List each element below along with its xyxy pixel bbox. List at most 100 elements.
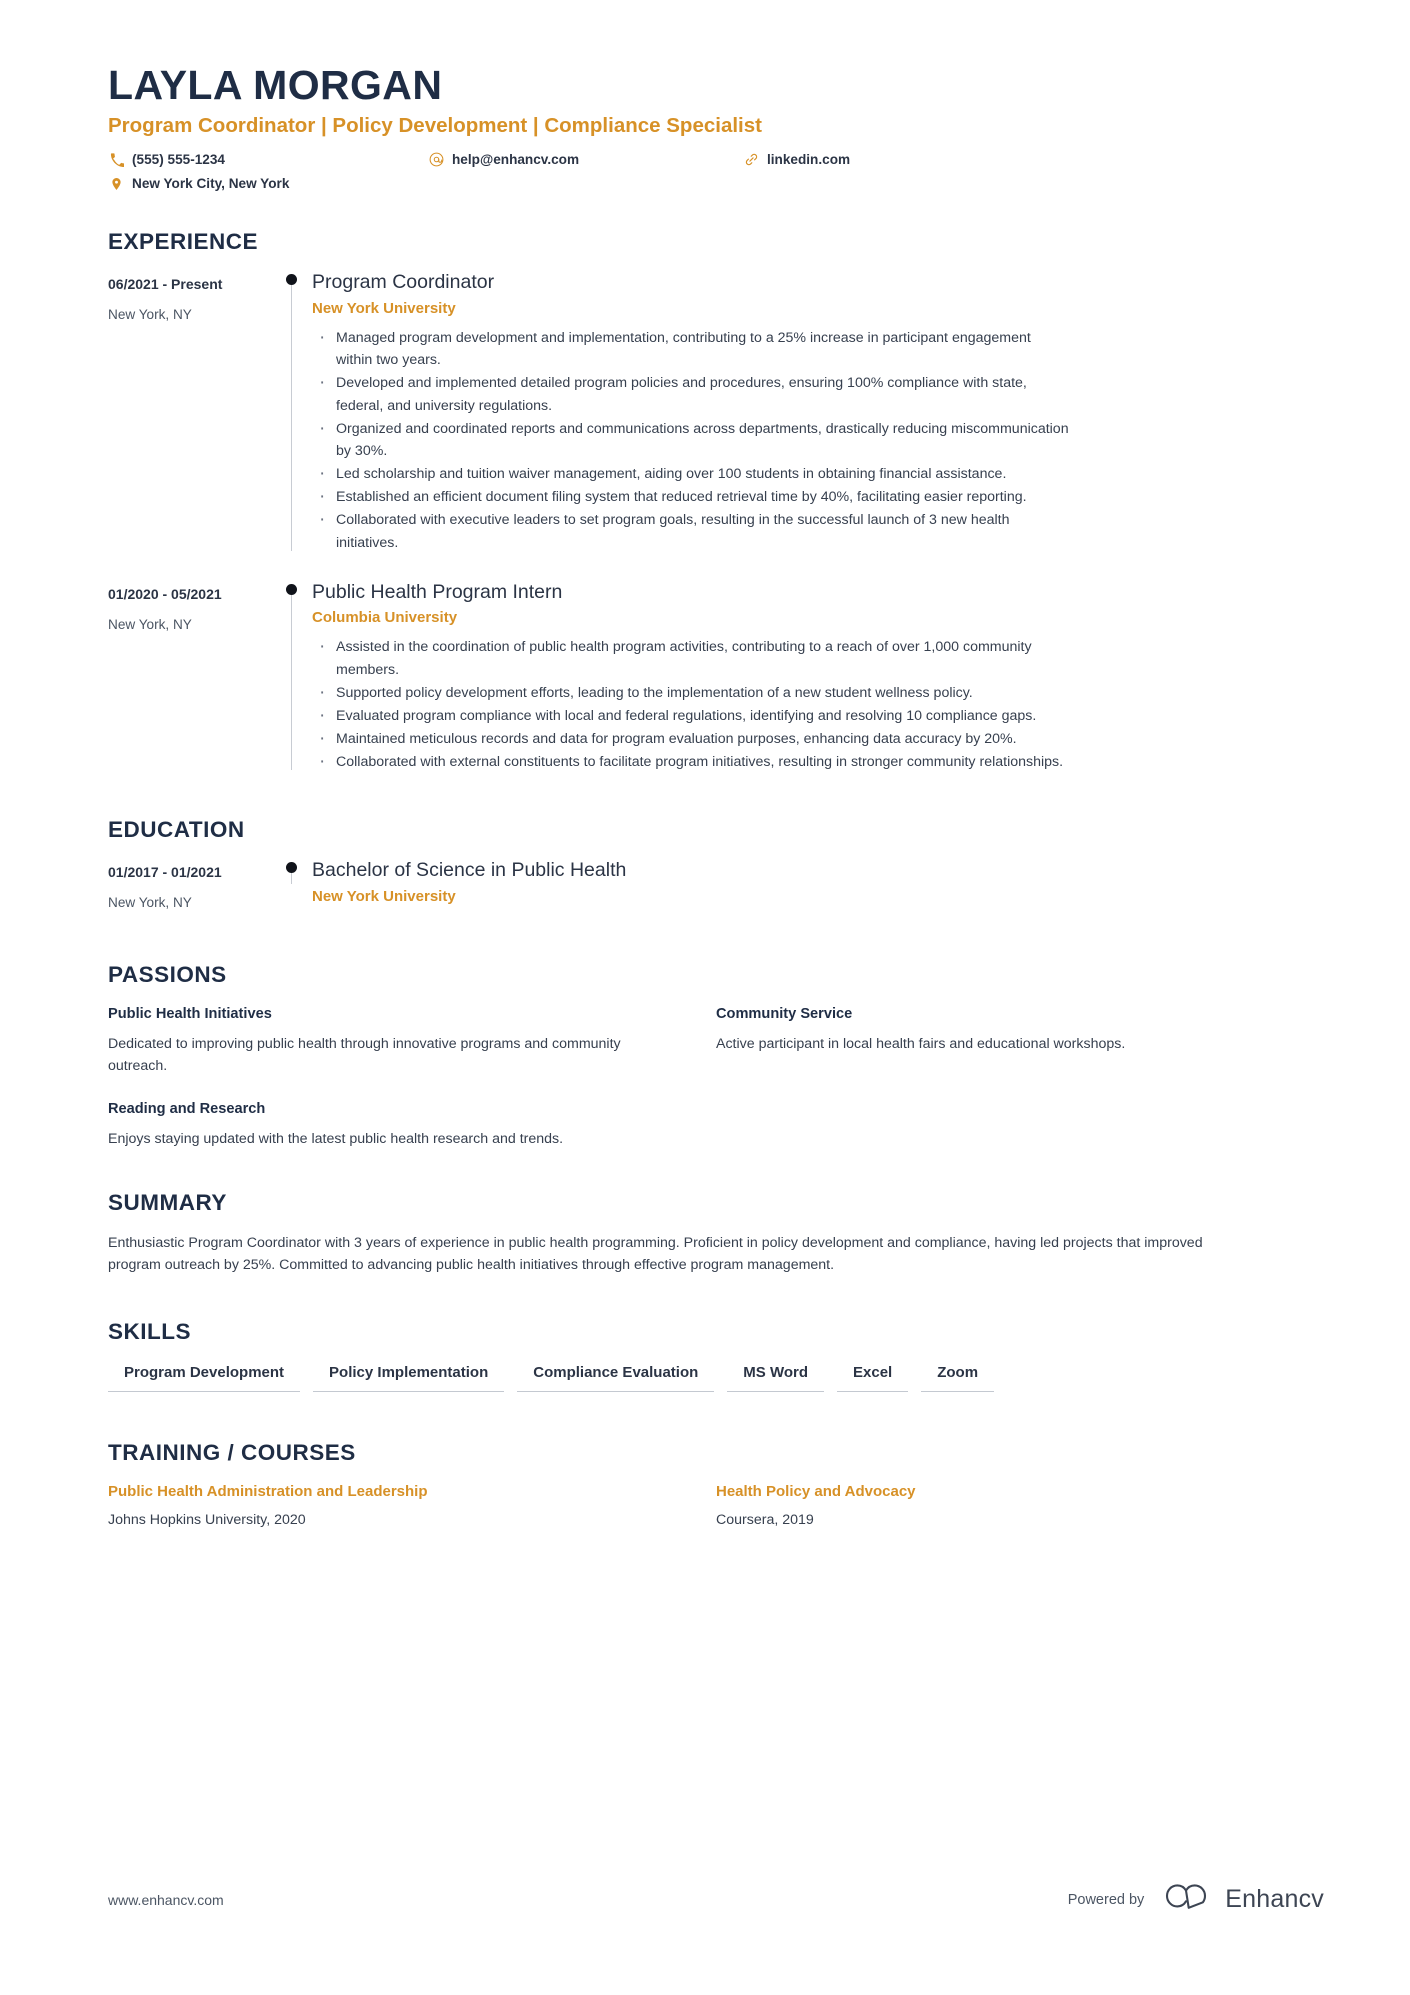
skill-tag[interactable]: MS Word	[727, 1363, 825, 1393]
skill-tag[interactable]: Zoom	[921, 1363, 995, 1393]
contact-email[interactable]: help@enhancv.com	[428, 149, 743, 170]
skills-list: Program Development Policy Implementatio…	[108, 1363, 1324, 1403]
passions-section: PASSIONS Public Health Initiatives Dedic…	[108, 962, 1324, 1150]
training-title: TRAINING / COURSES	[108, 1440, 356, 1466]
experience-entry-meta: 06/2021 - Present New York, NY	[108, 269, 276, 554]
timeline-line	[291, 590, 292, 771]
bullet-item: Managed program development and implemen…	[312, 324, 1070, 371]
summary-text: Enthusiastic Program Coordinator with 3 …	[108, 1234, 1203, 1274]
course-item: Health Policy and Advocacy Coursera, 201…	[716, 1482, 1324, 1531]
education-entry-location: New York, NY	[108, 895, 192, 911]
candidate-name: LAYLA MORGAN	[108, 62, 443, 108]
timeline-dot	[286, 274, 297, 286]
education-entry-degree: Bachelor of Science in Public Health	[312, 859, 627, 882]
timeline-line	[291, 281, 292, 551]
passion-name: Community Service	[716, 1005, 853, 1022]
contact-location: New York City, New York	[108, 173, 428, 194]
contact-phone[interactable]: (555) 555-1234	[108, 149, 428, 170]
experience-entry-role: Program Coordinator	[312, 271, 495, 294]
course-provider: Coursera, 2019	[716, 1512, 814, 1529]
course-provider: Johns Hopkins University, 2020	[108, 1512, 306, 1529]
contact-linkedin[interactable]: linkedin.com	[743, 149, 1043, 170]
resume-page: LAYLA MORGAN Program Coordinator | Polic…	[0, 0, 1410, 1995]
contact-phone-text: (555) 555-1234	[132, 152, 225, 168]
passion-item: Reading and Research Enjoys staying upda…	[108, 1099, 716, 1150]
passion-name: Public Health Initiatives	[108, 1005, 272, 1022]
enhancv-wordmark: Enhancv	[1225, 1885, 1324, 1913]
passions-title: PASSIONS	[108, 961, 227, 987]
course-item: Public Health Administration and Leaders…	[108, 1482, 716, 1531]
experience-entry-body: Public Health Program Intern Columbia Un…	[310, 579, 1070, 777]
powered-by-label: Powered by	[1067, 1891, 1145, 1908]
contact-linkedin-text: linkedin.com	[767, 152, 851, 168]
training-section: TRAINING / COURSES Public Health Adminis…	[108, 1440, 1324, 1531]
passion-description: Enjoys staying updated with the latest p…	[108, 1130, 564, 1147]
resume-header: LAYLA MORGAN Program Coordinator | Polic…	[108, 62, 1324, 197]
passion-description: Dedicated to improving public health thr…	[108, 1035, 621, 1074]
experience-entry-location: New York, NY	[108, 616, 192, 632]
course-name: Health Policy and Advocacy	[716, 1483, 916, 1501]
skill-tag[interactable]: Excel	[837, 1363, 909, 1393]
education-entry-date: 01/2017 - 01/2021	[108, 864, 222, 881]
candidate-headline: Program Coordinator | Policy Development…	[108, 113, 762, 137]
page-footer: www.enhancv.com Powered by Enhancv	[108, 1882, 1324, 1917]
skill-tag[interactable]: Program Development	[108, 1363, 301, 1393]
summary-section: SUMMARY Enthusiastic Program Coordinator…	[108, 1190, 1324, 1277]
experience-entry-date: 01/2020 - 05/2021	[108, 585, 222, 602]
enhancv-logo-icon	[1160, 1882, 1214, 1917]
bullet-item: Evaluated program compliance with local …	[312, 702, 1070, 731]
passion-item-empty	[716, 1099, 1324, 1150]
experience-entry-location: New York, NY	[108, 307, 192, 323]
experience-entry-meta: 01/2020 - 05/2021 New York, NY	[108, 579, 276, 775]
enhancv-brand: Enhancv	[1160, 1882, 1324, 1917]
training-list: Public Health Administration and Leaders…	[108, 1482, 1324, 1531]
passion-name: Reading and Research	[108, 1100, 266, 1117]
bullet-item: Led scholarship and tuition waiver manag…	[312, 460, 1070, 489]
phone-icon	[108, 153, 125, 167]
experience-entry-organization: New York University	[312, 300, 456, 318]
experience-entry-date: 06/2021 - Present	[108, 276, 223, 293]
education-entry-school: New York University	[312, 888, 456, 906]
education-entry-meta: 01/2017 - 01/2021 New York, NY	[108, 857, 276, 913]
experience-entry-bullets: Managed program development and implemen…	[312, 324, 1070, 554]
timeline-rail	[276, 857, 310, 913]
experience-entry-organization: Columbia University	[312, 609, 458, 627]
timeline-rail	[276, 269, 310, 554]
footer-website-url[interactable]: www.enhancv.com	[108, 1892, 224, 1908]
bullet-item: Collaborated with external constituents …	[312, 748, 1070, 777]
footer-branding: Powered by Enhancv	[1068, 1882, 1324, 1917]
bullet-item: Supported policy development efforts, le…	[312, 679, 1070, 708]
passion-item: Community Service Active participant in …	[716, 1004, 1324, 1077]
passion-description: Active participant in local health fairs…	[716, 1035, 1126, 1052]
summary-title: SUMMARY	[108, 1189, 227, 1215]
skill-tag[interactable]: Compliance Evaluation	[517, 1363, 715, 1393]
timeline-rail	[276, 579, 310, 775]
bullet-item: Collaborated with executive leaders to s…	[312, 506, 1070, 553]
location-icon	[108, 176, 125, 192]
passions-list: Public Health Initiatives Dedicated to i…	[108, 1004, 1324, 1150]
timeline-dot	[286, 862, 297, 874]
bullet-item: Established an efficient document filing…	[312, 483, 1070, 512]
experience-entry-role: Public Health Program Intern	[312, 580, 563, 603]
skill-tag[interactable]: Policy Implementation	[313, 1363, 505, 1393]
education-entry: 01/2017 - 01/2021 New York, NY Bachelor …	[108, 857, 1324, 913]
bullet-item: Assisted in the coordination of public h…	[312, 633, 1070, 680]
experience-entry: 01/2020 - 05/2021 New York, NY Public He…	[108, 579, 1324, 777]
timeline-dot	[286, 583, 297, 595]
bullet-item: Developed and implemented detailed progr…	[312, 369, 1070, 416]
contact-email-text: help@enhancv.com	[452, 152, 580, 168]
skills-title: SKILLS	[108, 1318, 192, 1344]
education-title: EDUCATION	[108, 817, 245, 843]
bullet-item: Maintained meticulous records and data f…	[312, 725, 1070, 754]
experience-title: EXPERIENCE	[108, 229, 259, 255]
email-icon	[428, 152, 445, 167]
contact-location-text: New York City, New York	[132, 176, 290, 192]
skills-section: SKILLS Program Development Policy Implem…	[108, 1319, 1324, 1403]
contact-info: (555) 555-1234 help@enhancv.com linkedin…	[108, 149, 1048, 197]
experience-entry: 06/2021 - Present New York, NY Program C…	[108, 269, 1324, 554]
experience-entry-bullets: Assisted in the coordination of public h…	[312, 633, 1070, 777]
bullet-item: Organized and coordinated reports and co…	[312, 415, 1070, 462]
experience-entry-body: Program Coordinator New York University …	[310, 269, 1070, 554]
education-entry-body: Bachelor of Science in Public Health New…	[310, 857, 1070, 913]
course-name: Public Health Administration and Leaders…	[108, 1483, 428, 1501]
